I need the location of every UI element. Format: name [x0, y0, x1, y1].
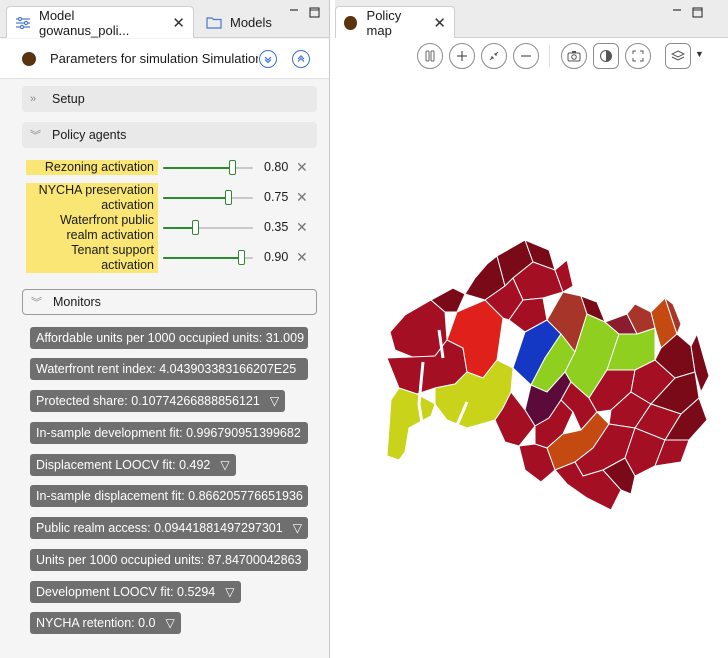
tab-models-label: Models [230, 14, 272, 30]
folder-icon [206, 16, 222, 29]
map-parcels [386, 239, 710, 511]
param-value: 0.35 [264, 220, 289, 234]
collapse-icon[interactable] [259, 50, 277, 68]
monitor-item[interactable]: NYCHA retention: 0.0 ▽ [30, 612, 181, 634]
monitor-item[interactable]: Waterfront rent index: 4.043903383166207… [30, 358, 308, 380]
policy-map-canvas[interactable] [335, 0, 728, 658]
slider-thumb[interactable] [238, 250, 245, 265]
param-label: Waterfront public realm activation [26, 213, 158, 243]
dropdown-icon[interactable]: ▽ [293, 521, 302, 535]
section-setup-label: Setup [52, 92, 85, 106]
monitor-item[interactable]: Public realm access: 0.09441881497297301… [30, 517, 308, 539]
monitor-item[interactable]: Protected share: 0.10774266888856121 ▽ [30, 390, 286, 412]
section-policy-agents-label: Policy agents [52, 128, 127, 142]
monitor-item[interactable]: Affordable units per 1000 occupied units… [30, 327, 308, 349]
param-label: Tenant support activation [26, 243, 158, 273]
parameters-title: Parameters for simulation Simulation [50, 51, 258, 66]
minimize-icon[interactable] [288, 6, 300, 18]
clear-icon[interactable]: ✕ [296, 189, 308, 206]
monitor-item[interactable]: In-sample displacement fit: 0.8662057766… [30, 485, 308, 507]
parameters-pane: Model gowanus_poli... ✕ Models Parameter… [0, 0, 330, 658]
expand-icon[interactable] [292, 50, 310, 68]
left-tabbar: Model gowanus_poli... ✕ Models [0, 0, 329, 38]
dropdown-icon[interactable]: ▽ [220, 458, 229, 472]
clear-icon[interactable]: ✕ [296, 219, 308, 236]
param-value: 0.90 [264, 250, 289, 264]
param-label: NYCHA preservation activation [26, 183, 158, 213]
agent-dot-icon [22, 51, 36, 66]
tab-model[interactable]: Model gowanus_poli... ✕ [6, 6, 194, 38]
section-policy-agents[interactable]: ︾ Policy agents [22, 122, 317, 148]
tab-models[interactable]: Models [198, 6, 280, 38]
parameters-header: Parameters for simulation Simulation [0, 39, 329, 79]
chevron-down-icon: ︾ [30, 130, 41, 142]
slider-thumb[interactable] [229, 160, 236, 175]
param-slider[interactable] [163, 220, 253, 235]
param-value: 0.80 [264, 160, 289, 174]
map-parcel [386, 387, 436, 461]
chevron-right-icon: » [30, 93, 37, 105]
policy-map-pane: Policy map ✕ ▼ [335, 0, 728, 658]
monitor-item[interactable]: Units per 1000 occupied units: 87.847000… [30, 549, 308, 571]
dropdown-icon[interactable]: ▽ [270, 394, 279, 408]
map-parcel [389, 299, 448, 359]
monitor-item[interactable]: In-sample development fit: 0.99679095139… [30, 422, 308, 444]
slider-thumb[interactable] [192, 220, 199, 235]
dropdown-icon[interactable]: ▽ [225, 585, 234, 599]
slider-thumb[interactable] [225, 190, 232, 205]
tab-model-label: Model gowanus_poli... [39, 7, 130, 38]
param-slider[interactable] [163, 250, 253, 265]
param-label: Rezoning activation [26, 160, 158, 175]
param-slider[interactable] [163, 190, 253, 205]
close-icon[interactable]: ✕ [172, 14, 185, 32]
chevron-down-icon: ︾ [31, 297, 42, 309]
monitor-item[interactable]: Development LOOCV fit: 0.5294 ▽ [30, 581, 241, 603]
dropdown-icon[interactable]: ▽ [166, 616, 175, 630]
param-slider[interactable] [163, 160, 253, 175]
param-value: 0.75 [264, 190, 289, 204]
section-setup[interactable]: » Setup [22, 86, 317, 112]
section-monitors[interactable]: ︾ Monitors [22, 289, 317, 315]
clear-icon[interactable]: ✕ [296, 159, 308, 176]
section-monitors-label: Monitors [53, 295, 101, 309]
clear-icon[interactable]: ✕ [296, 249, 308, 266]
maximize-icon[interactable] [308, 6, 320, 18]
monitor-item[interactable]: Displacement LOOCV fit: 0.492 ▽ [30, 454, 236, 476]
settings-sliders-icon [15, 16, 31, 29]
